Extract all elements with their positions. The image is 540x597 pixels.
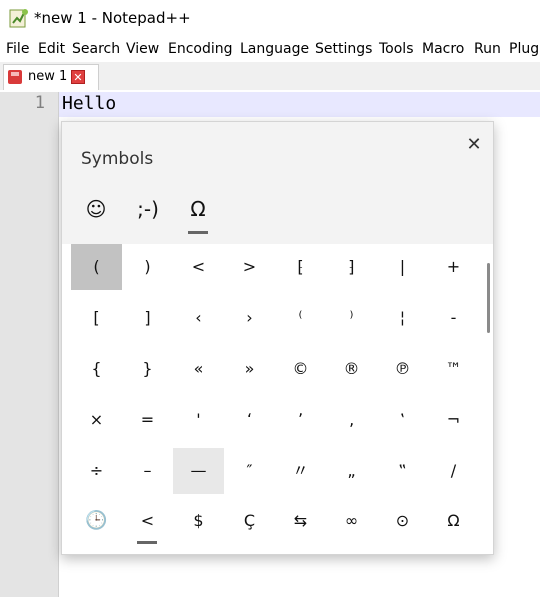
tab-bar: new 1 ✕ bbox=[0, 62, 540, 90]
symbol-cell[interactable]: | bbox=[377, 244, 428, 290]
symbol-cell[interactable]: } bbox=[122, 346, 173, 392]
menu-tools[interactable]: Tools bbox=[379, 41, 414, 57]
symbol-cell[interactable]: ʼ bbox=[275, 397, 326, 443]
symbol-cell[interactable]: — bbox=[173, 448, 224, 494]
menu-language[interactable]: Language bbox=[240, 41, 309, 57]
symbol-grid-scrollbar[interactable] bbox=[487, 263, 490, 333]
menu-file[interactable]: File bbox=[6, 41, 29, 57]
symbol-cell[interactable]: – bbox=[122, 448, 173, 494]
symbol-cell[interactable]: ™ bbox=[428, 346, 479, 392]
greek-category-tab[interactable]: Ω bbox=[428, 498, 479, 544]
latin-category-tab[interactable]: Ç bbox=[224, 498, 275, 544]
close-icon[interactable]: ✕ bbox=[461, 132, 487, 158]
menu-view[interactable]: View bbox=[126, 41, 159, 57]
brackets-category-tab[interactable]: < bbox=[122, 498, 173, 544]
tab-close-icon[interactable]: ✕ bbox=[71, 70, 85, 84]
symbol-cell[interactable]: ⁽ bbox=[275, 295, 326, 341]
symbol-cell[interactable]: ‛ bbox=[377, 397, 428, 443]
symbol-cell[interactable]: ⁾ bbox=[326, 295, 377, 341]
unsaved-file-icon bbox=[8, 70, 22, 84]
menu-macro[interactable]: Macro bbox=[422, 41, 464, 57]
symbol-cell[interactable]: ‚ bbox=[326, 397, 377, 443]
active-subcategory-indicator bbox=[137, 541, 157, 544]
symbol-cell[interactable]: + bbox=[428, 244, 479, 290]
symbol-cell[interactable]: ⁅ bbox=[275, 244, 326, 290]
symbol-cell[interactable]: „ bbox=[326, 448, 377, 494]
tab-new-1[interactable]: new 1 ✕ bbox=[3, 64, 99, 90]
recent-icon[interactable]: 🕒 bbox=[71, 498, 122, 544]
window-title: *new 1 - Notepad++ bbox=[34, 9, 191, 27]
symbol-cell[interactable]: › bbox=[224, 295, 275, 341]
arrows-category-tab[interactable]: ⇆ bbox=[275, 498, 326, 544]
symbol-cell[interactable]: = bbox=[122, 397, 173, 443]
menu-edit[interactable]: Edit bbox=[38, 41, 65, 57]
panel-title: Symbols bbox=[81, 149, 154, 169]
tab-label: new 1 bbox=[28, 69, 68, 84]
line-number-gutter bbox=[0, 92, 59, 597]
line-number: 1 bbox=[34, 93, 45, 113]
symbol-cell[interactable]: » bbox=[224, 346, 275, 392]
symbol-cell[interactable]: ] bbox=[122, 295, 173, 341]
symbols-panel: Symbols ✕ ☺ ;-) Ω ( ) < > ⁅ ⁆ | + [ ] ‹ … bbox=[61, 121, 494, 555]
symbol-cell[interactable]: ‟ bbox=[377, 448, 428, 494]
math-category-tab[interactable]: ∞ bbox=[326, 498, 377, 544]
symbol-cell[interactable]: ¬ bbox=[428, 397, 479, 443]
symbol-cell[interactable]: ⁆ bbox=[326, 244, 377, 290]
symbol-cell[interactable]: ″ bbox=[224, 448, 275, 494]
symbol-cell[interactable]: [ bbox=[71, 295, 122, 341]
symbol-cell[interactable]: ' bbox=[173, 397, 224, 443]
symbol-cell[interactable]: ℗ bbox=[377, 346, 428, 392]
symbol-cell[interactable]: ® bbox=[326, 346, 377, 392]
symbol-grid: ( ) < > ⁅ ⁆ | + [ ] ‹ › ⁽ ⁾ ¦ - { } « » … bbox=[71, 244, 476, 554]
symbol-cell[interactable]: × bbox=[71, 397, 122, 443]
menu-plugins[interactable]: Plug bbox=[509, 41, 539, 57]
menu-encoding[interactable]: Encoding bbox=[168, 41, 233, 57]
emoji-tab[interactable]: ☺ bbox=[76, 192, 116, 226]
symbol-cell[interactable]: © bbox=[275, 346, 326, 392]
symbols-panel-header: Symbols ✕ ☺ ;-) Ω bbox=[62, 122, 493, 244]
symbol-cell[interactable]: ) bbox=[122, 244, 173, 290]
symbol-cell[interactable]: 〃 bbox=[275, 448, 326, 494]
symbol-cell[interactable]: < bbox=[173, 244, 224, 290]
menu-settings[interactable]: Settings bbox=[315, 41, 372, 57]
active-category-indicator bbox=[188, 231, 208, 234]
symbol-cell[interactable]: - bbox=[428, 295, 479, 341]
menu-run[interactable]: Run bbox=[474, 41, 501, 57]
symbol-cell[interactable]: ‹ bbox=[173, 295, 224, 341]
symbol-cell[interactable]: ( bbox=[71, 244, 122, 290]
symbol-cell[interactable]: > bbox=[224, 244, 275, 290]
symbol-cell[interactable]: ʻ bbox=[224, 397, 275, 443]
title-bar: *new 1 - Notepad++ bbox=[0, 0, 540, 38]
notepadpp-icon bbox=[9, 9, 28, 28]
symbol-cell[interactable]: / bbox=[428, 448, 479, 494]
kaomoji-tab[interactable]: ;-) bbox=[128, 192, 168, 226]
symbol-cell[interactable]: « bbox=[173, 346, 224, 392]
editor-text[interactable]: Hello bbox=[62, 93, 116, 114]
currency-category-tab[interactable]: $ bbox=[173, 498, 224, 544]
current-line-highlight bbox=[59, 92, 540, 117]
symbol-cell[interactable]: { bbox=[71, 346, 122, 392]
symbols-tab[interactable]: Ω bbox=[178, 192, 218, 226]
menu-search[interactable]: Search bbox=[72, 41, 120, 57]
menu-bar: File Edit Search View Encoding Language … bbox=[0, 38, 540, 62]
geometric-category-tab[interactable]: ⊙ bbox=[377, 498, 428, 544]
symbol-cell[interactable]: ÷ bbox=[71, 448, 122, 494]
symbol-cell[interactable]: ¦ bbox=[377, 295, 428, 341]
